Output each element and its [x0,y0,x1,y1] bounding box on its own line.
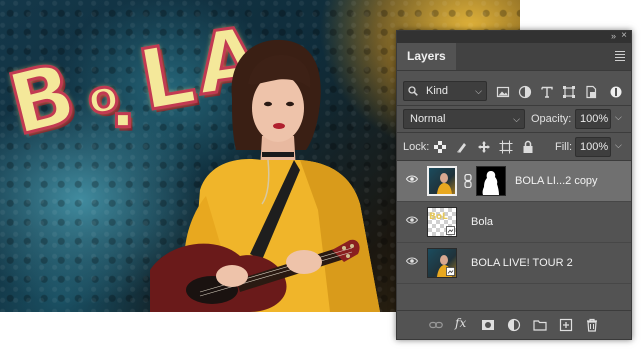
divider [397,105,631,106]
mask-link-chain-icon[interactable] [464,174,472,188]
filter-toggle-icon[interactable] [609,85,623,99]
lock-image-pixels-icon[interactable] [455,140,469,154]
lock-position-icon[interactable] [477,140,491,154]
search-icon [408,86,418,96]
layer-row[interactable]: BOLA LIVE! TOUR 2 [397,243,631,284]
layers-bottom-toolbar: fx [397,310,631,339]
opacity-value: 100% [580,113,609,125]
trash-icon[interactable] [585,318,599,332]
smart-object-badge-icon [446,226,455,235]
new-layer-icon[interactable] [559,318,573,332]
smart-object-badge-icon [446,267,455,276]
lock-label: Lock: [403,141,430,153]
fill-chevron-icon[interactable]: ⌵ [615,140,622,151]
adjustment-filter-icon[interactable] [518,85,532,99]
visibility-eye-icon[interactable] [406,216,418,224]
tab-layers[interactable]: Layers [397,43,456,70]
layer-mask-thumbnail[interactable] [476,166,506,196]
opacity-chevron-icon[interactable]: ⌵ [615,112,622,123]
layer-name[interactable]: BOLA LIVE! TOUR 2 [471,243,573,283]
lock-artboard-icon[interactable] [499,140,513,154]
filter-row: Kind ⌵ [397,79,631,103]
opacity-field[interactable]: 100% [575,109,611,129]
blend-row: Normal ⌵ Opacity: 100% ⌵ [397,107,631,131]
layer-name[interactable]: BOLA LI...2 copy [515,161,598,201]
panel-title-bar[interactable]: » × [397,30,631,43]
group-folder-icon[interactable] [533,318,547,332]
neon-thumbnail-text: BoL [429,212,448,222]
collapse-panel-icon[interactable]: » [611,31,616,41]
divider [397,132,631,133]
add-mask-icon[interactable] [481,318,495,332]
fill-field[interactable]: 100% [575,137,611,157]
fill-label: Fill: [555,141,573,153]
blend-mode-value: Normal [410,113,446,125]
type-filter-icon[interactable] [540,85,554,99]
filter-kind-value: Kind [426,85,449,97]
layer-thumbnail[interactable] [427,166,457,196]
layer-row[interactable]: BoL Bola [397,202,631,243]
visibility-eye-icon[interactable] [406,257,418,265]
layer-thumbnail[interactable]: BoL [427,207,457,237]
adjustment-layer-icon[interactable] [507,318,521,332]
pixel-layer-filter-icon[interactable] [496,85,510,99]
layer-row[interactable]: BOLA LI...2 copy [397,161,631,202]
layers-panel: » × Layers Kind ⌵ Normal ⌵ Opacity: 100%… [396,30,632,340]
lock-transparent-pixels-icon[interactable] [433,140,447,154]
smart-object-filter-icon[interactable] [584,85,598,99]
fx-icon[interactable]: fx [455,316,469,330]
blend-mode-select[interactable]: Normal ⌵ [403,109,525,129]
chevron-down-icon: ⌵ [513,114,520,124]
visibility-eye-icon[interactable] [406,175,418,183]
panel-tab-bar: Layers [397,43,631,71]
photo-thumbnail-icon [437,173,452,194]
panel-menu-icon[interactable] [615,49,625,63]
shape-filter-icon[interactable] [562,85,576,99]
fill-value: 100% [580,141,609,153]
lock-row: Lock: Fill: 100% ⌵ [397,135,631,159]
opacity-label: Opacity: [531,113,572,125]
layer-name[interactable]: Bola [471,202,493,242]
filter-kind-select[interactable]: Kind ⌵ [403,81,487,101]
close-panel-icon[interactable]: × [621,30,627,41]
mask-silhouette-icon [482,171,499,195]
layer-thumbnail[interactable] [427,248,457,278]
chevron-down-icon: ⌵ [475,86,482,96]
lock-all-icon[interactable] [521,140,535,154]
link-layers-icon[interactable] [429,318,443,332]
